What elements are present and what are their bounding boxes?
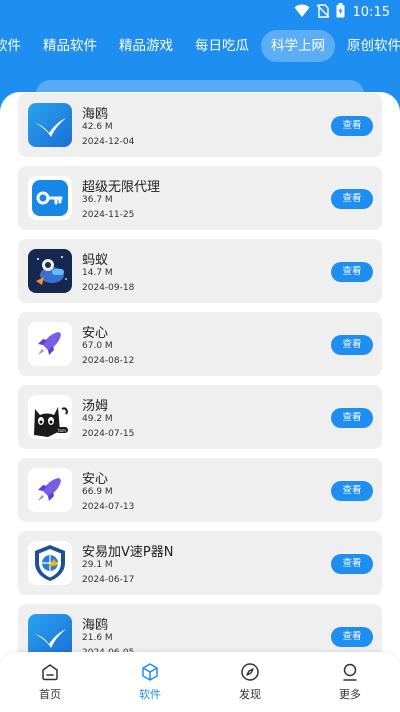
app-date: 2024-07-13 (82, 502, 135, 512)
app-name: 安易加V速P器N (82, 545, 174, 560)
view-button[interactable]: 查看 (331, 189, 373, 209)
view-button[interactable]: 查看 (331, 408, 373, 428)
view-button[interactable]: 查看 (331, 627, 373, 647)
app-size: 66.9 M (82, 487, 113, 497)
app-size: 42.6 M (82, 122, 113, 132)
app-date: 2024-11-25 (82, 210, 135, 220)
app-size: 29.1 M (82, 560, 113, 570)
app-card[interactable]: 蚂蚁 14.7 M 2024-09-18 查看 (18, 239, 382, 303)
app-name: 安心 (82, 472, 109, 487)
app-date: 2024-08-12 (82, 356, 135, 366)
shield-icon (28, 541, 72, 585)
tab-software[interactable]: 软件 (0, 30, 31, 62)
nav-home-label: 首页 (39, 688, 61, 701)
no-sim-icon (316, 3, 330, 22)
status-bar: 10:15 (0, 0, 400, 24)
nav-more-label: 更多 (339, 688, 361, 701)
user-icon (343, 663, 357, 681)
app-card[interactable]: 安易加V速P器N 29.1 M 2024-06-17 查看 (18, 531, 382, 595)
nav-discover-label: 发现 (239, 688, 261, 701)
app-name: 超级无限代理 (82, 180, 161, 195)
app-size: 21.6 M (82, 633, 113, 643)
view-button[interactable]: 查看 (331, 481, 373, 501)
app-name: 海鸥 (82, 107, 109, 122)
app-card[interactable]: 超级无限代理 36.7 M 2024-11-25 查看 (18, 166, 382, 230)
compass-icon (241, 663, 259, 681)
rocket-icon (28, 468, 72, 512)
app-size: 67.0 M (82, 341, 113, 351)
app-date: 2024-12-04 (82, 137, 135, 147)
nav-software[interactable]: 软件 (120, 662, 180, 702)
tab-daily-gossip[interactable]: 每日吃瓜 (185, 30, 259, 62)
nav-home[interactable]: 首页 (20, 662, 80, 702)
tab-science-internet[interactable]: 科学上网 (261, 30, 335, 62)
view-button[interactable]: 查看 (331, 262, 373, 282)
app-date: 2024-09-18 (82, 283, 135, 293)
app-name: 蚂蚁 (82, 253, 109, 268)
tab-original-software[interactable]: 原创软件 (337, 30, 400, 62)
wifi-icon (294, 4, 310, 22)
seagull-icon (28, 103, 72, 147)
app-date: 2024-07-15 (82, 429, 135, 439)
nav-more[interactable]: 更多 (320, 662, 380, 702)
app-card[interactable]: 海鸥 42.6 M 2024-12-04 查看 (18, 93, 382, 157)
view-button[interactable]: 查看 (331, 116, 373, 136)
app-size: 14.7 M (82, 268, 113, 278)
view-button[interactable]: 查看 (331, 554, 373, 574)
app-date: 2024-06-17 (82, 575, 135, 585)
app-size: 36.7 M (82, 195, 113, 205)
key-icon (28, 176, 72, 220)
battery-icon (336, 3, 345, 22)
tab-premium-software[interactable]: 精品软件 (33, 30, 107, 62)
app-name: 汤姆 (82, 399, 109, 414)
app-card[interactable]: 安心 67.0 M 2024-08-12 查看 (18, 312, 382, 376)
nav-discover[interactable]: 发现 (220, 662, 280, 702)
svg-text:tom: tom (58, 428, 66, 433)
app-size: 49.2 M (82, 414, 113, 424)
home-icon (42, 664, 58, 681)
tab-premium-games[interactable]: 精品游戏 (109, 30, 183, 62)
app-name: 海鸥 (82, 618, 109, 633)
app-card[interactable]: tom 汤姆 49.2 M 2024-07-15 查看 (18, 385, 382, 449)
app-name: 安心 (82, 326, 109, 341)
black-cat-icon: tom (28, 395, 72, 439)
status-time: 10:15 (352, 5, 390, 20)
bottom-nav: 首页 软件 发现 更多 (0, 652, 400, 712)
view-button[interactable]: 查看 (331, 335, 373, 355)
rocket-cartoon-icon (28, 249, 72, 293)
category-tabs: 软件 精品软件 精品游戏 每日吃瓜 科学上网 原创软件 (0, 30, 400, 62)
app-card[interactable]: 安心 66.9 M 2024-07-13 查看 (18, 458, 382, 522)
nav-software-label: 软件 (139, 688, 161, 701)
cube-icon (142, 663, 158, 681)
rocket-icon (28, 322, 72, 366)
